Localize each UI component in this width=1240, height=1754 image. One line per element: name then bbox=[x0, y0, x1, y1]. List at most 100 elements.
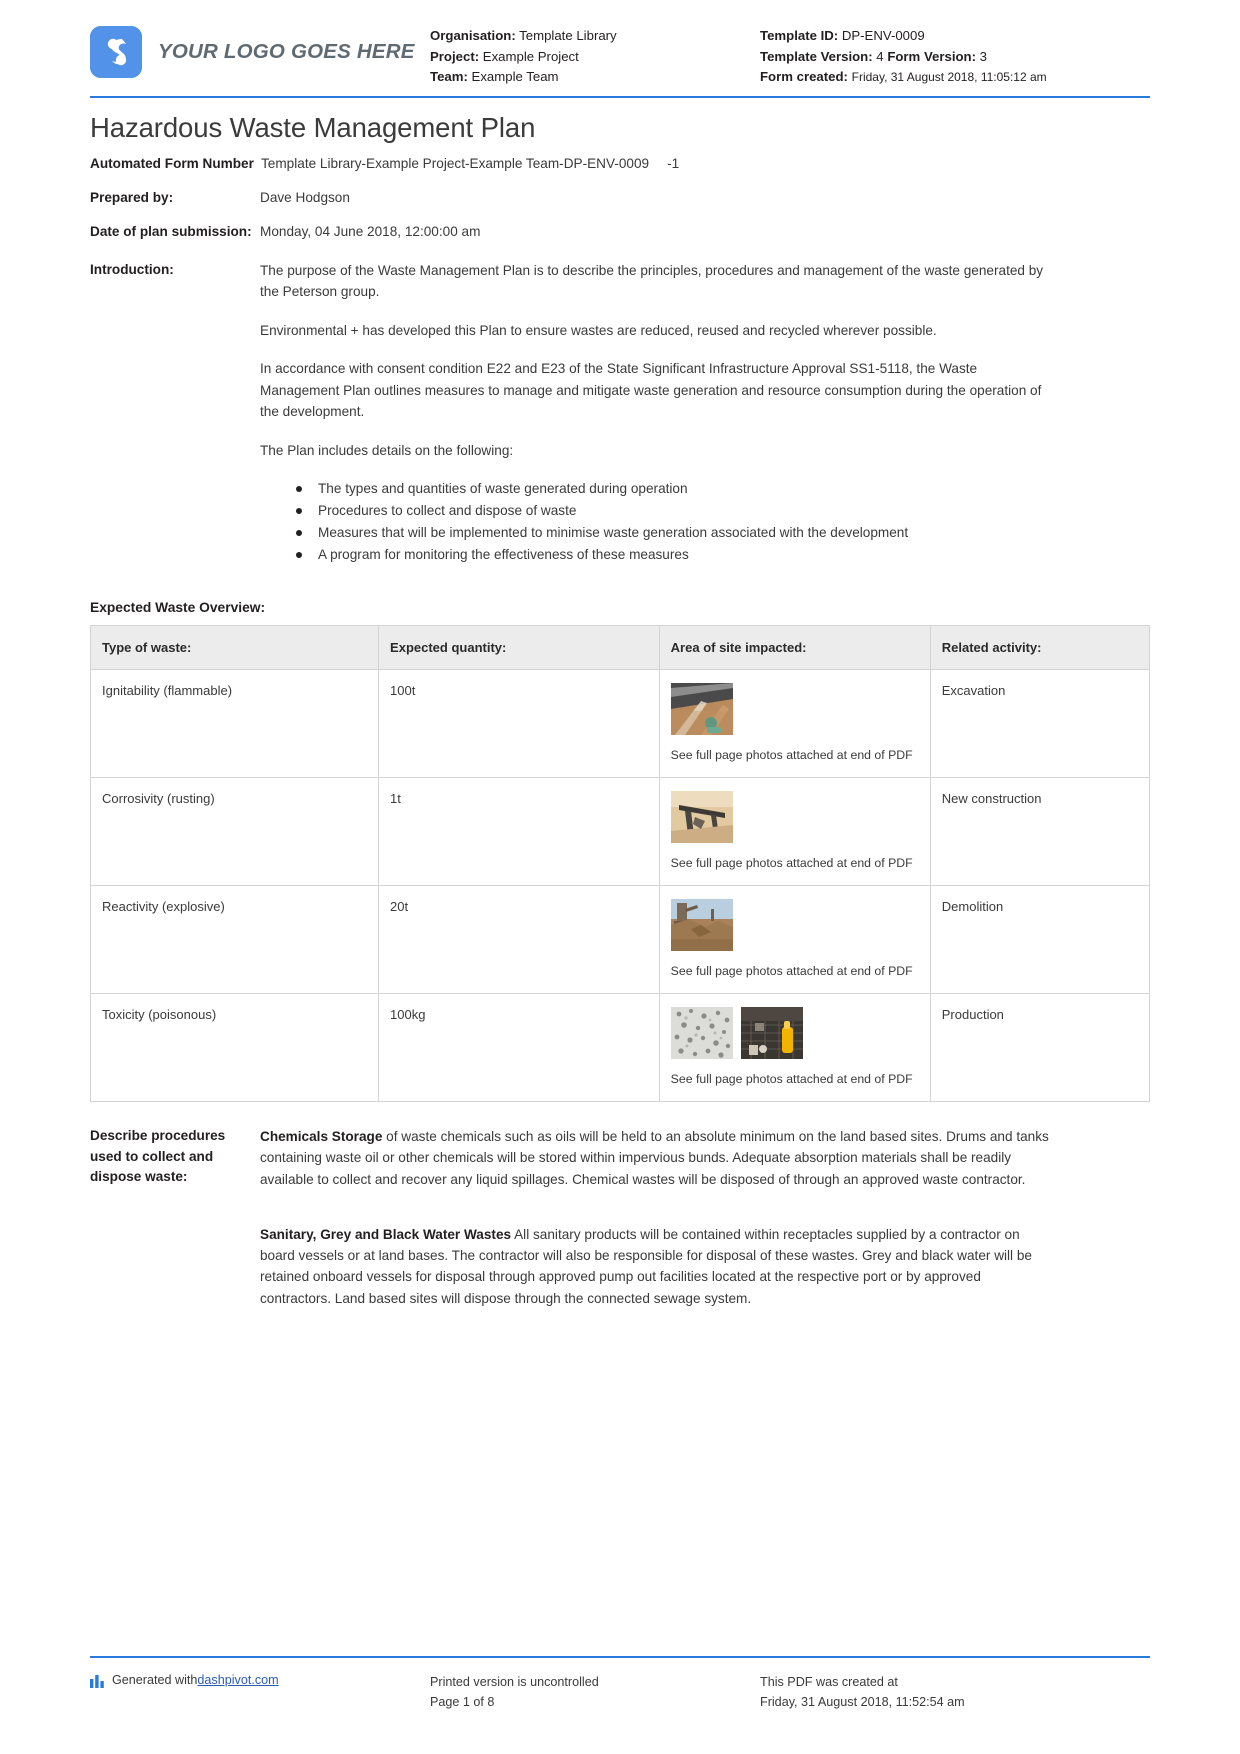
automated-form-number-suffix: -1 bbox=[667, 155, 680, 171]
table-header-row: Type of waste: Expected quantity: Area o… bbox=[89, 625, 1151, 670]
photo-caption: See full page photos attached at end of … bbox=[670, 964, 913, 978]
meta-form-created-value: Friday, 31 August 2018, 11:05:12 am bbox=[851, 70, 1047, 84]
meta-template-id: Template ID: DP-ENV-0009 bbox=[760, 26, 1150, 47]
meta-team: Team: Example Team bbox=[430, 67, 760, 88]
field-prepared-by: Prepared by: Dave Hodgson bbox=[90, 188, 1150, 208]
footer-print-status: Printed version is uncontrolled Page 1 o… bbox=[430, 1673, 760, 1712]
site-photo-thumbnail[interactable] bbox=[670, 899, 733, 951]
document-footer: Generated with dashpivot.com Printed ver… bbox=[90, 1673, 1150, 1712]
cell-area-of-site-impacted: See full page photos attached at end of … bbox=[658, 885, 931, 994]
header-divider bbox=[90, 95, 1150, 98]
procedure-paragraph-chemicals-storage: Chemicals Storage of waste chemicals suc… bbox=[260, 1126, 1050, 1190]
table-row: Corrosivity (rusting) 1t See full page p… bbox=[89, 777, 1151, 886]
cell-area-of-site-impacted: See full page photos attached at end of … bbox=[658, 993, 931, 1102]
meta-team-label: Team: bbox=[430, 69, 468, 84]
intro-paragraph: The purpose of the Waste Management Plan… bbox=[260, 262, 1044, 300]
site-photo-thumbnail[interactable] bbox=[670, 683, 733, 735]
meta-form-created: Form created: Friday, 31 August 2018, 11… bbox=[760, 67, 1150, 88]
footer-divider bbox=[90, 1656, 1150, 1658]
field-list: Automated Form Number Template Library-E… bbox=[90, 154, 1150, 567]
field-value-prepared-by: Dave Hodgson bbox=[260, 189, 350, 205]
field-value-describe-procedures: Chemicals Storage of waste chemicals suc… bbox=[260, 1126, 1150, 1309]
list-item: A program for monitoring the effectivene… bbox=[296, 544, 1150, 565]
intro-paragraph: Environmental + has developed this Plan … bbox=[260, 322, 937, 338]
site-photo-thumbnail[interactable] bbox=[740, 1007, 803, 1059]
meta-organisation-label: Organisation: bbox=[430, 28, 516, 43]
column-header-area-of-site-impacted: Area of site impacted: bbox=[658, 625, 931, 670]
footer-created-label: This PDF was created at bbox=[760, 1675, 898, 1689]
field-value-introduction: The purpose of the Waste Management Plan… bbox=[260, 260, 1150, 567]
column-header-expected-quantity: Expected quantity: bbox=[378, 625, 660, 670]
meta-template-version-label: Template Version: bbox=[760, 48, 873, 64]
photo-thumbnail-row bbox=[670, 1007, 920, 1059]
footer-generated-with: Generated with dashpivot.com bbox=[90, 1673, 430, 1712]
cell-related-activity: Excavation bbox=[929, 669, 1151, 778]
cell-area-of-site-impacted: See full page photos attached at end of … bbox=[658, 777, 931, 886]
footer-printed-uncontrolled: Printed version is uncontrolled bbox=[430, 1675, 599, 1689]
field-automated-form-number: Automated Form Number Template Library-E… bbox=[90, 154, 1150, 174]
photo-caption: See full page photos attached at end of … bbox=[670, 748, 913, 762]
cell-related-activity: New construction bbox=[929, 777, 1151, 886]
automated-form-number-text: Template Library-Example Project-Example… bbox=[261, 155, 650, 171]
intro-paragraph: In accordance with consent condition E22… bbox=[260, 361, 1042, 419]
bar-chart-icon bbox=[90, 1675, 105, 1691]
document-header: YOUR LOGO GOES HERE Organisation: Templa… bbox=[0, 0, 1240, 88]
photo-thumbnail-row bbox=[670, 791, 920, 843]
cell-type-of-waste: Corrosivity (rusting) bbox=[89, 777, 380, 886]
cell-expected-quantity: 100t bbox=[378, 669, 660, 778]
header-meta: Organisation: Template Library Project: … bbox=[430, 22, 1150, 88]
cell-type-of-waste: Reactivity (explosive) bbox=[89, 885, 380, 994]
field-label-prepared-by: Prepared by: bbox=[90, 189, 174, 205]
cell-type-of-waste: Ignitability (flammable) bbox=[89, 669, 380, 778]
field-date-of-plan-submission: Date of plan submission: Monday, 04 June… bbox=[90, 222, 1150, 242]
logo-block: YOUR LOGO GOES HERE bbox=[90, 22, 430, 78]
site-photo-thumbnail[interactable] bbox=[670, 791, 733, 843]
meta-form-version-value: 3 bbox=[979, 48, 987, 64]
footer-created-at: This PDF was created at Friday, 31 Augus… bbox=[760, 1673, 1150, 1712]
footer-created-timestamp: Friday, 31 August 2018, 11:52:54 am bbox=[760, 1694, 965, 1709]
site-photo-thumbnail[interactable] bbox=[670, 1007, 733, 1059]
field-label-introduction: Introduction: bbox=[90, 261, 174, 277]
field-introduction: Introduction: The purpose of the Waste M… bbox=[90, 260, 1150, 567]
field-label-automated-form-number: Automated Form Number bbox=[90, 155, 254, 171]
meta-project-value: Example Project bbox=[482, 48, 579, 64]
meta-team-value: Example Team bbox=[471, 69, 559, 84]
footer-generated-prefix: Generated with bbox=[112, 1673, 198, 1687]
dashpivot-link[interactable]: dashpivot.com bbox=[197, 1673, 278, 1687]
column-header-related-activity: Related activity: bbox=[929, 625, 1151, 670]
photo-caption: See full page photos attached at end of … bbox=[670, 856, 913, 870]
table-row: Toxicity (poisonous) 100kg See full page… bbox=[89, 993, 1151, 1102]
cell-area-of-site-impacted: See full page photos attached at end of … bbox=[658, 669, 931, 778]
meta-form-created-label: Form created: bbox=[760, 69, 848, 84]
procedure-heading-chemicals-storage: Chemicals Storage bbox=[260, 1129, 383, 1144]
table-row: Reactivity (explosive) 20t See full page… bbox=[89, 885, 1151, 994]
cell-related-activity: Production bbox=[929, 993, 1151, 1102]
field-label-describe-procedures: Describe procedures used to collect and … bbox=[90, 1128, 226, 1184]
photo-thumbnail-row bbox=[670, 899, 920, 951]
document-page: YOUR LOGO GOES HERE Organisation: Templa… bbox=[0, 0, 1240, 1754]
table-row: Ignitability (flammable) 100t See full p… bbox=[89, 669, 1151, 778]
list-item: Measures that will be implemented to min… bbox=[296, 522, 1150, 543]
logo-text: YOUR LOGO GOES HERE bbox=[158, 40, 415, 63]
cell-expected-quantity: 20t bbox=[378, 885, 660, 994]
meta-template-id-value: DP-ENV-0009 bbox=[841, 28, 925, 43]
photo-caption: See full page photos attached at end of … bbox=[670, 1072, 913, 1086]
meta-project-label: Project: bbox=[430, 48, 480, 64]
field-value-automated-form-number: Template Library-Example Project-Example… bbox=[260, 154, 1150, 174]
page-title: Hazardous Waste Management Plan bbox=[90, 111, 536, 143]
meta-form-version-label: Form Version: bbox=[887, 48, 976, 64]
meta-versions: Template Version: 4 Form Version: 3 bbox=[760, 47, 1150, 68]
meta-organisation-value: Template Library bbox=[519, 28, 617, 43]
intro-paragraph: The Plan includes details on the followi… bbox=[260, 442, 514, 458]
expected-waste-table: Type of waste: Expected quantity: Area o… bbox=[89, 625, 1151, 1102]
cell-expected-quantity: 1t bbox=[378, 777, 660, 886]
cell-type-of-waste: Toxicity (poisonous) bbox=[89, 993, 380, 1102]
footer-page-number: Page 1 of 8 bbox=[430, 1694, 495, 1709]
company-logo-icon bbox=[90, 26, 142, 78]
meta-template-id-label: Template ID: bbox=[760, 28, 839, 43]
field-describe-procedures: Describe procedures used to collect and … bbox=[90, 1126, 1150, 1309]
header-meta-left: Organisation: Template Library Project: … bbox=[430, 26, 760, 88]
meta-template-version-value: 4 bbox=[876, 48, 884, 64]
meta-organisation: Organisation: Template Library bbox=[430, 26, 760, 47]
intro-bullet-list: The types and quantities of waste genera… bbox=[260, 478, 1150, 565]
